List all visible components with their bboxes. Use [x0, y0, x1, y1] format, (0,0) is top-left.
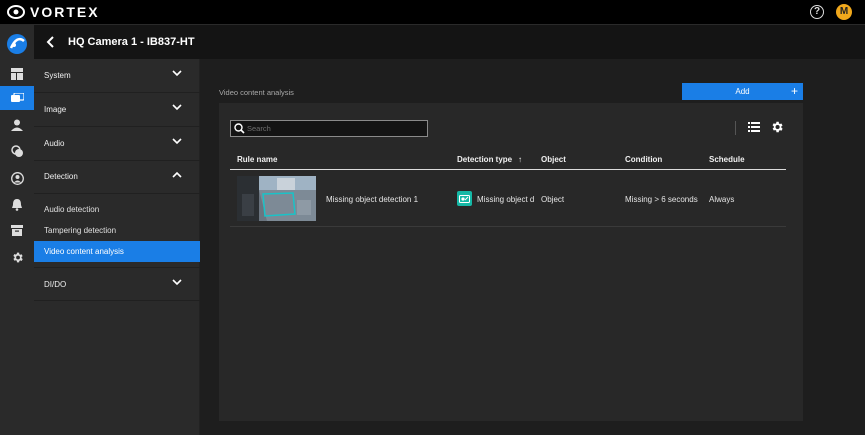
brand-name: VORTEX: [30, 4, 100, 20]
column-header-condition[interactable]: Condition: [625, 155, 662, 164]
chevron-down-icon: [172, 138, 182, 145]
sidebar-section-label: Audio: [44, 139, 65, 148]
sidebar-item-label: Audio detection: [44, 205, 100, 214]
sidebar-section-label: System: [44, 71, 71, 80]
dashboard-icon[interactable]: [0, 62, 34, 86]
toolbar-divider: [735, 121, 736, 135]
sidebar-section-label: DI/DO: [44, 280, 67, 289]
add-button-label: Add: [735, 87, 750, 96]
account-icon[interactable]: [0, 166, 34, 190]
sidebar-section-di-do[interactable]: DI/DO: [34, 267, 200, 301]
sidebar-section-label: Detection: [44, 172, 78, 181]
bell-icon[interactable]: [0, 192, 34, 216]
rules-panel: Rule name Detection type ↑ Object Condit…: [219, 103, 803, 421]
add-rule-button[interactable]: Add +: [682, 83, 803, 100]
sidebar-item-label: Tampering detection: [44, 226, 117, 235]
sidebar-section-label: Image: [44, 105, 67, 114]
sidebar-section-detection[interactable]: Detection: [34, 160, 200, 194]
chevron-down-icon: [172, 70, 182, 77]
missing-object-detection-icon: [457, 191, 472, 206]
settings-sidebar: System Image Audio Detection Audio detec…: [34, 59, 200, 435]
section-title: Video content analysis: [219, 88, 294, 97]
page-header: HQ Camera 1 - IB837-HT: [34, 25, 865, 59]
chevron-down-icon: [172, 104, 182, 111]
back-arrow-icon[interactable]: [46, 35, 55, 53]
sidebar-section-audio[interactable]: Audio: [34, 127, 200, 161]
vortex-logo-icon: [7, 5, 25, 19]
page-title: HQ Camera 1 - IB837-HT: [68, 36, 195, 48]
integrations-icon[interactable]: [0, 139, 34, 163]
top-bar: VORTEX ? M: [0, 0, 865, 25]
table-header-divider: [230, 169, 786, 170]
table-row[interactable]: Missing object detection 1 Missing objec…: [230, 171, 786, 227]
user-avatar[interactable]: M: [836, 4, 852, 20]
search-icon: [234, 123, 245, 134]
sidebar-item-tampering-detection[interactable]: Tampering detection: [34, 220, 200, 241]
devices-icon[interactable]: [0, 86, 34, 110]
sidebar-section-system[interactable]: System: [34, 59, 200, 93]
search-input[interactable]: [247, 122, 423, 135]
help-icon[interactable]: ?: [810, 5, 824, 19]
list-view-icon[interactable]: [748, 122, 760, 132]
table-settings-gear-icon[interactable]: [770, 120, 784, 134]
sidebar-item-audio-detection[interactable]: Audio detection: [34, 199, 200, 220]
column-header-rule-name[interactable]: Rule name: [237, 155, 277, 164]
rail-logo-icon[interactable]: [0, 29, 34, 59]
sidebar-item-label: Video content analysis: [44, 247, 124, 256]
main-content: Video content analysis Add + Rule name D…: [200, 59, 865, 435]
user-icon[interactable]: [0, 113, 34, 137]
camera-snapshot-thumbnail: [237, 176, 316, 221]
chevron-down-icon: [172, 279, 182, 286]
sort-ascending-icon[interactable]: ↑: [518, 155, 522, 164]
settings-gear-icon[interactable]: [0, 245, 34, 269]
column-header-schedule[interactable]: Schedule: [709, 155, 745, 164]
condition-cell: Missing > 6 seconds: [625, 195, 698, 204]
sidebar-item-video-content-analysis[interactable]: Video content analysis: [34, 241, 200, 262]
rule-name-cell: Missing object detection 1: [326, 195, 419, 204]
archive-icon[interactable]: [0, 218, 34, 242]
sidebar-section-image[interactable]: Image: [34, 93, 200, 127]
column-header-object[interactable]: Object: [541, 155, 566, 164]
plus-icon: +: [790, 84, 798, 98]
chevron-up-icon: [172, 171, 182, 178]
nav-rail: [0, 25, 34, 435]
column-header-detection-type[interactable]: Detection type: [457, 155, 512, 164]
detection-type-cell: Missing object d: [477, 195, 535, 204]
brand-logo[interactable]: VORTEX: [7, 4, 100, 20]
schedule-cell: Always: [709, 195, 735, 204]
object-cell: Object: [541, 195, 565, 204]
search-box: [230, 120, 428, 137]
